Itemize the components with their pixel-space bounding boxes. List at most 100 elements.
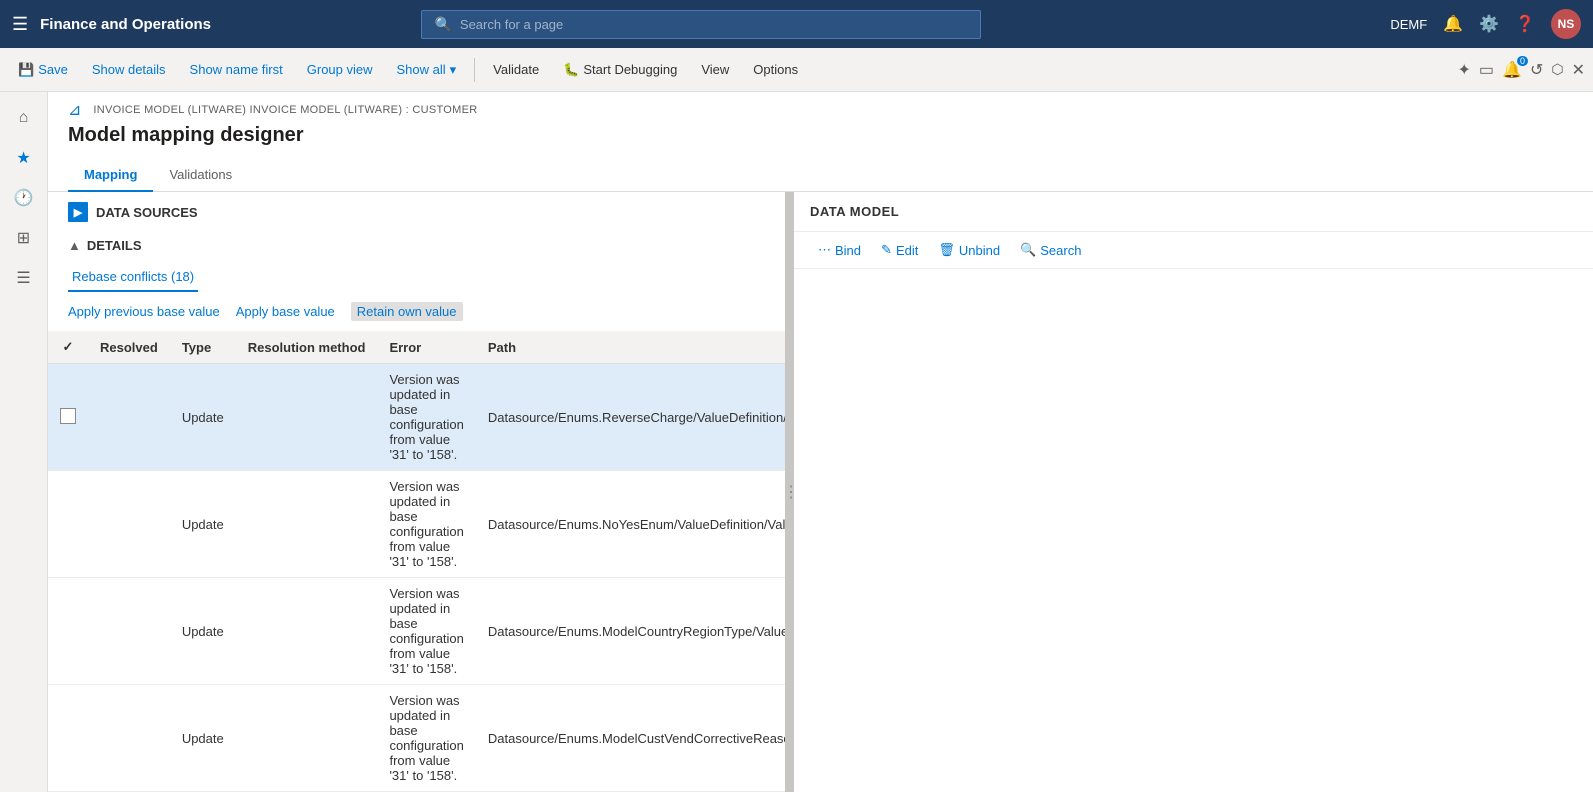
favorites-icon[interactable]: ✦ <box>1458 60 1471 80</box>
top-navigation: ☰ Finance and Operations 🔍 Search for a … <box>0 0 1593 48</box>
right-toolbar: ⋯ Bind ✎ Edit 🗑 Unbind 🔍 Search <box>794 232 1593 269</box>
search-icon: 🔍 <box>1020 242 1036 258</box>
main-layout: ⌂ ★ 🕐 ⊞ ☰ ⊿ INVOICE MODEL (LITWARE) INVO… <box>0 92 1593 792</box>
global-search-box[interactable]: 🔍 Search for a page <box>421 10 981 39</box>
row-resolution-method <box>236 685 378 792</box>
edit-button[interactable]: ✎ Edit <box>873 238 926 262</box>
table-row[interactable]: Update Version was updated in base config… <box>48 685 785 792</box>
search-icon: 🔍 <box>434 16 451 33</box>
debug-icon: 🐛 <box>563 62 579 78</box>
data-sources-label: DATA SOURCES <box>96 205 198 220</box>
col-path: Path <box>476 331 785 364</box>
row-check-cell <box>48 578 88 685</box>
start-debugging-button[interactable]: 🐛 Start Debugging <box>553 56 687 84</box>
options-button[interactable]: Options <box>743 56 808 83</box>
action-buttons: Apply previous base value Apply base val… <box>48 292 785 331</box>
data-sources-section: ▶ DATA SOURCES <box>48 192 785 232</box>
row-checkbox[interactable] <box>60 408 76 424</box>
sidebar-item-modules[interactable]: ☰ <box>6 260 42 296</box>
view-button[interactable]: View <box>691 56 739 83</box>
rebase-conflicts-tab[interactable]: Rebase conflicts (18) <box>68 263 198 292</box>
command-bar: 💾 Save Show details Show name first Grou… <box>0 48 1593 92</box>
bind-button[interactable]: ⋯ Bind <box>810 238 869 262</box>
retain-own-value-button[interactable]: Retain own value <box>351 302 463 321</box>
table-header-row: ✓ Resolved Type Resolution method Error … <box>48 331 785 364</box>
sidebar-item-recent[interactable]: 🕐 <box>6 180 42 216</box>
row-resolved <box>88 471 170 578</box>
row-error: Version was updated in base configuratio… <box>377 471 475 578</box>
settings-icon[interactable]: ⚙️ <box>1479 14 1499 34</box>
open-external-icon[interactable]: ⬡ <box>1551 61 1563 78</box>
global-search-placeholder: Search for a page <box>460 17 563 32</box>
expand-button[interactable]: ▶ <box>68 202 88 222</box>
table-body: Update Version was updated in base config… <box>48 364 785 792</box>
col-check: ✓ <box>48 331 88 364</box>
notification-badge[interactable]: 🔔0 <box>1502 60 1522 80</box>
row-path: Datasource/Enums.NoYesEnum/ValueDefiniti… <box>476 471 785 578</box>
unbind-button[interactable]: 🗑 Unbind <box>930 238 1008 262</box>
unbind-icon: 🗑 <box>938 242 955 258</box>
row-error: Version was updated in base configuratio… <box>377 685 475 792</box>
validate-button[interactable]: Validate <box>483 56 549 83</box>
chevron-down-icon: ▾ <box>450 62 457 78</box>
page-title: Model mapping designer <box>48 120 1593 159</box>
help-icon[interactable]: ❓ <box>1515 14 1535 34</box>
save-button[interactable]: 💾 Save <box>8 56 78 84</box>
col-resolution: Resolution method <box>236 331 378 364</box>
search-button[interactable]: 🔍 Search <box>1012 238 1089 262</box>
table-row[interactable]: Update Version was updated in base config… <box>48 578 785 685</box>
edit-icon: ✎ <box>881 242 892 258</box>
conflicts-tab-area: Rebase conflicts (18) <box>48 259 785 292</box>
row-path: Datasource/Enums.ModelCustVendCorrective… <box>476 685 785 792</box>
collapse-arrow[interactable]: ▲ <box>68 238 81 253</box>
tab-validations[interactable]: Validations <box>153 159 248 192</box>
bind-icon: ⋯ <box>818 242 831 258</box>
row-type: Update <box>170 685 236 792</box>
row-check-cell <box>48 364 88 471</box>
show-name-first-button[interactable]: Show name first <box>180 56 293 83</box>
sidebar-item-favorites[interactable]: ★ <box>6 140 42 176</box>
row-check-cell <box>48 685 88 792</box>
row-type: Update <box>170 471 236 578</box>
breadcrumb: INVOICE MODEL (LITWARE) INVOICE MODEL (L… <box>93 104 477 116</box>
col-error: Error <box>377 331 475 364</box>
apply-base-value-button[interactable]: Apply base value <box>236 302 335 321</box>
content-area: ⊿ INVOICE MODEL (LITWARE) INVOICE MODEL … <box>48 92 1593 792</box>
row-check-cell <box>48 471 88 578</box>
save-icon: 💾 <box>18 62 34 78</box>
row-resolution-method <box>236 364 378 471</box>
avatar[interactable]: NS <box>1551 9 1581 39</box>
user-org-label: DEMF <box>1390 17 1427 32</box>
top-right-icons: DEMF 🔔 ⚙️ ❓ NS <box>1390 9 1581 39</box>
row-resolution-method <box>236 471 378 578</box>
sidebar-item-workspaces[interactable]: ⊞ <box>6 220 42 256</box>
filter-icon[interactable]: ⊿ <box>68 100 81 120</box>
refresh-icon[interactable]: ↺ <box>1530 60 1543 80</box>
select-all-icon[interactable]: ✓ <box>63 339 74 354</box>
app-title: Finance and Operations <box>40 16 211 33</box>
show-all-button[interactable]: Show all ▾ <box>387 56 467 84</box>
details-label: DETAILS <box>87 238 142 253</box>
row-type: Update <box>170 578 236 685</box>
col-type: Type <box>170 331 236 364</box>
row-resolved <box>88 685 170 792</box>
tab-mapping[interactable]: Mapping <box>68 159 153 192</box>
row-path: Datasource/Enums.ReverseCharge/ValueDefi… <box>476 364 785 471</box>
close-icon[interactable]: ✕ <box>1572 60 1585 80</box>
group-view-button[interactable]: Group view <box>297 56 383 83</box>
table-row[interactable]: UpdateVersion was updated in base config… <box>48 364 785 471</box>
sidebar-item-home[interactable]: ⌂ <box>6 100 42 136</box>
bell-icon[interactable]: 🔔 <box>1443 14 1463 34</box>
left-pane: ▶ DATA SOURCES ▲ DETAILS Rebase conflict… <box>48 192 788 792</box>
table-row[interactable]: Update Version was updated in base config… <box>48 471 785 578</box>
panel-icon[interactable]: ▭ <box>1479 60 1494 80</box>
separator-1 <box>474 58 475 82</box>
apply-previous-base-value-button[interactable]: Apply previous base value <box>68 302 220 321</box>
details-section: ▲ DETAILS <box>48 232 785 259</box>
row-resolution-method <box>236 578 378 685</box>
hamburger-menu[interactable]: ☰ <box>12 14 28 35</box>
data-model-header: DATA MODEL <box>794 192 1593 232</box>
row-path: Datasource/Enums.ModelCountryRegionType/… <box>476 578 785 685</box>
show-details-button[interactable]: Show details <box>82 56 176 83</box>
row-error: Version was updated in base configuratio… <box>377 578 475 685</box>
